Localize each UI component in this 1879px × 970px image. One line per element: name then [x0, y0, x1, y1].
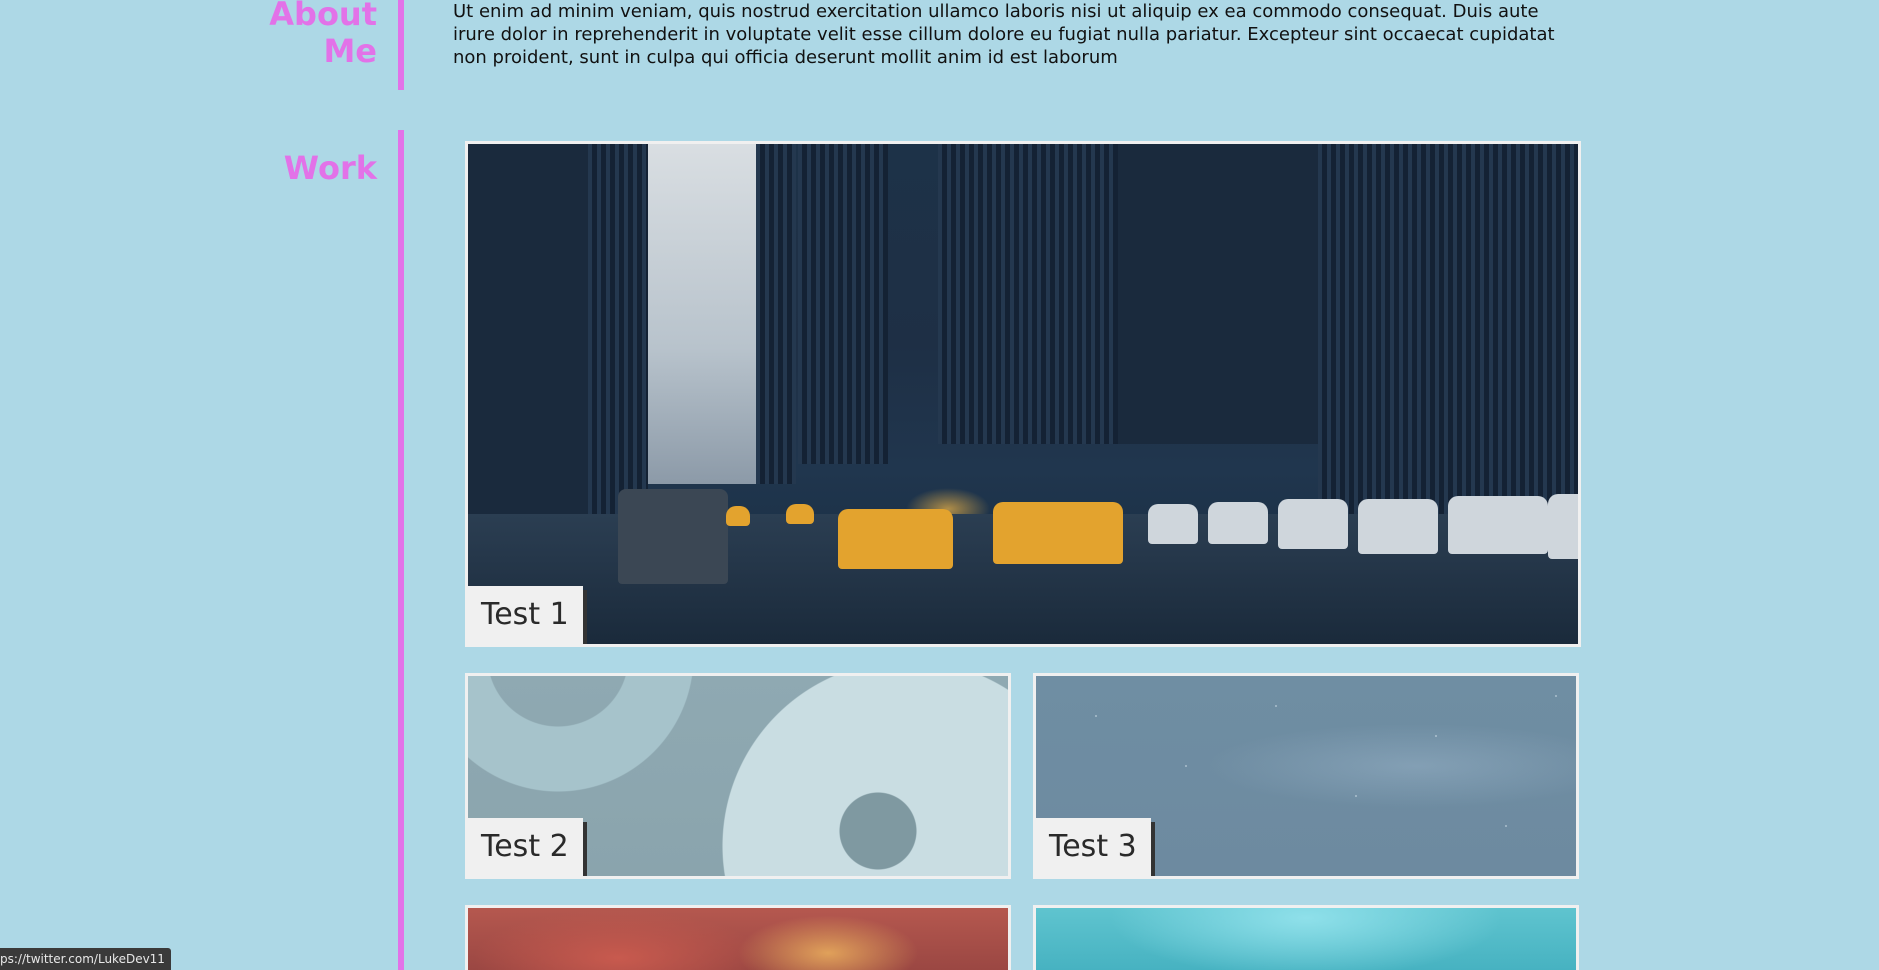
- work-card-label: Test 1: [468, 586, 583, 644]
- work-heading: Work: [283, 149, 377, 187]
- work-card-label: Test 2: [468, 818, 583, 876]
- work-divider: [398, 130, 404, 970]
- work-card-test-2[interactable]: Test 2: [465, 673, 1011, 879]
- work-card-label: Test 3: [1036, 818, 1151, 876]
- portfolio-page: About Me Ut enim ad minim veniam, quis n…: [0, 0, 1879, 970]
- work-card-water[interactable]: [1033, 905, 1579, 970]
- work-card-test-1[interactable]: Test 1: [465, 141, 1581, 647]
- about-heading: About Me: [269, 0, 377, 70]
- underwater-image: [1036, 908, 1576, 970]
- work-card-test-3[interactable]: Test 3: [1033, 673, 1579, 879]
- link-status-bar: ps://twitter.com/LukeDev11: [0, 948, 171, 970]
- work-card-fire[interactable]: [465, 905, 1011, 970]
- city-street-image: [468, 144, 1578, 644]
- about-text: Ut enim ad minim veniam, quis nostrud ex…: [453, 1, 1555, 68]
- fire-image: [468, 908, 1008, 970]
- about-divider: [398, 0, 404, 90]
